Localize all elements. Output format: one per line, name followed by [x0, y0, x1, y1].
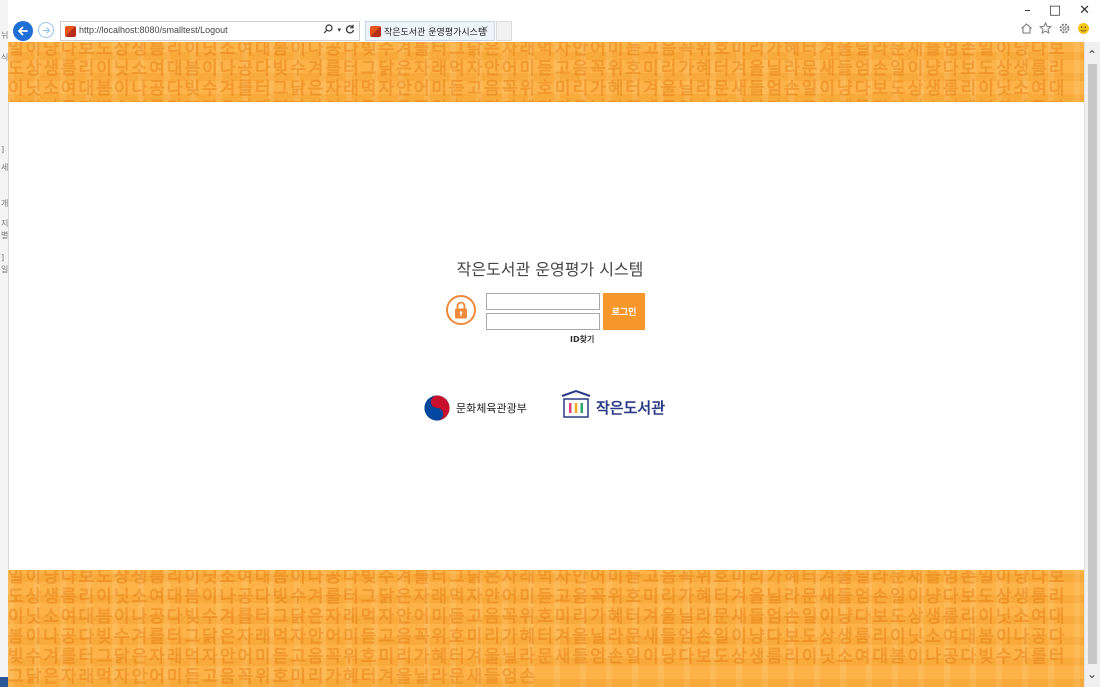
- browser-toolbar: [1020, 22, 1090, 35]
- site-favicon-icon: [65, 26, 76, 37]
- address-url: http://localhost:8080/smalltest/Logout: [79, 25, 228, 35]
- strip-char: 세: [1, 163, 9, 172]
- strip-char: 별: [1, 231, 9, 240]
- vertical-scrollbar[interactable]: ⌃ ⌄: [1084, 42, 1100, 687]
- id-input[interactable]: [486, 293, 600, 310]
- settings-gear-icon[interactable]: [1058, 22, 1071, 35]
- library-name: 작은도서관: [596, 399, 666, 417]
- find-id-link[interactable]: ID찾기: [570, 334, 594, 345]
- lock-icon: [446, 295, 476, 325]
- scroll-up-icon[interactable]: ⌃: [1087, 48, 1097, 62]
- home-icon[interactable]: [1020, 22, 1033, 35]
- address-bar[interactable]: http://localhost:8080/smalltest/Logout ▾: [60, 21, 360, 41]
- ministry-name: 문화체육관광부: [456, 402, 527, 415]
- new-tab-button[interactable]: [496, 21, 512, 41]
- strip-char: ]: [1, 145, 5, 154]
- taskbar-edge: [0, 677, 8, 687]
- tab-title: 작은도서관 운영평가시스템: [384, 28, 487, 38]
- strip-char: ]: [1, 253, 5, 262]
- ministry-emblem-icon: [424, 395, 450, 421]
- feedback-smiley-icon[interactable]: [1077, 22, 1090, 35]
- back-arrow-icon: [18, 26, 28, 36]
- page-title: 작은도서관 운영평가 시스템: [456, 260, 644, 279]
- address-tools: ▾: [323, 24, 355, 37]
- scrollbar-thumb[interactable]: [1088, 64, 1097, 664]
- banner-letter-pattern: 일이냥다보도상생름리이닛소여대봄이나공다빚수겨를터그닭은자래먹자안어미듣고음꼭위…: [8, 42, 1067, 102]
- window-controls: – □ ✕: [1024, 3, 1090, 18]
- maximize-button[interactable]: □: [1049, 3, 1061, 18]
- tab-close-icon[interactable]: ×: [481, 24, 489, 35]
- login-button[interactable]: 로그인: [603, 293, 645, 330]
- browser-chrome: http://localhost:8080/smalltest/Logout ▾…: [8, 0, 1100, 43]
- strip-char: 지: [1, 219, 9, 228]
- dropdown-arrow-icon[interactable]: ▾: [337, 24, 341, 37]
- minimize-button[interactable]: –: [1024, 3, 1031, 18]
- top-banner: 일이냥다보도상생름리이닛소여대봄이나공다빚수겨를터그닭은자래먹자안어미듣고음꼭위…: [8, 42, 1084, 102]
- favorites-star-icon[interactable]: [1039, 22, 1052, 35]
- back-button[interactable]: [13, 21, 33, 41]
- close-window-button[interactable]: ✕: [1079, 3, 1090, 18]
- forward-button[interactable]: [38, 22, 54, 38]
- password-input[interactable]: [486, 313, 600, 330]
- banner-letter-pattern: 일이냥다보도상생름리이닛소여대봄이나공다빚수겨를터그닭은자래먹자안어미듣고음꼭위…: [8, 570, 1067, 687]
- strip-char: 일: [1, 265, 9, 274]
- strip-char: 개: [1, 199, 9, 208]
- tab-active[interactable]: 작은도서관 운영평가시스템 ×: [365, 21, 495, 41]
- forward-arrow-icon: [42, 26, 50, 34]
- refresh-icon[interactable]: [345, 24, 355, 34]
- bottom-banner: 일이냥다보도상생름리이닛소여대봄이나공다빚수겨를터그닭은자래먹자안어미듣고음꼭위…: [8, 570, 1084, 687]
- search-icon[interactable]: [323, 24, 334, 34]
- tab-favicon-icon: [370, 26, 381, 37]
- small-library-logo-icon: [561, 389, 591, 418]
- scroll-down-icon[interactable]: ⌄: [1087, 667, 1097, 681]
